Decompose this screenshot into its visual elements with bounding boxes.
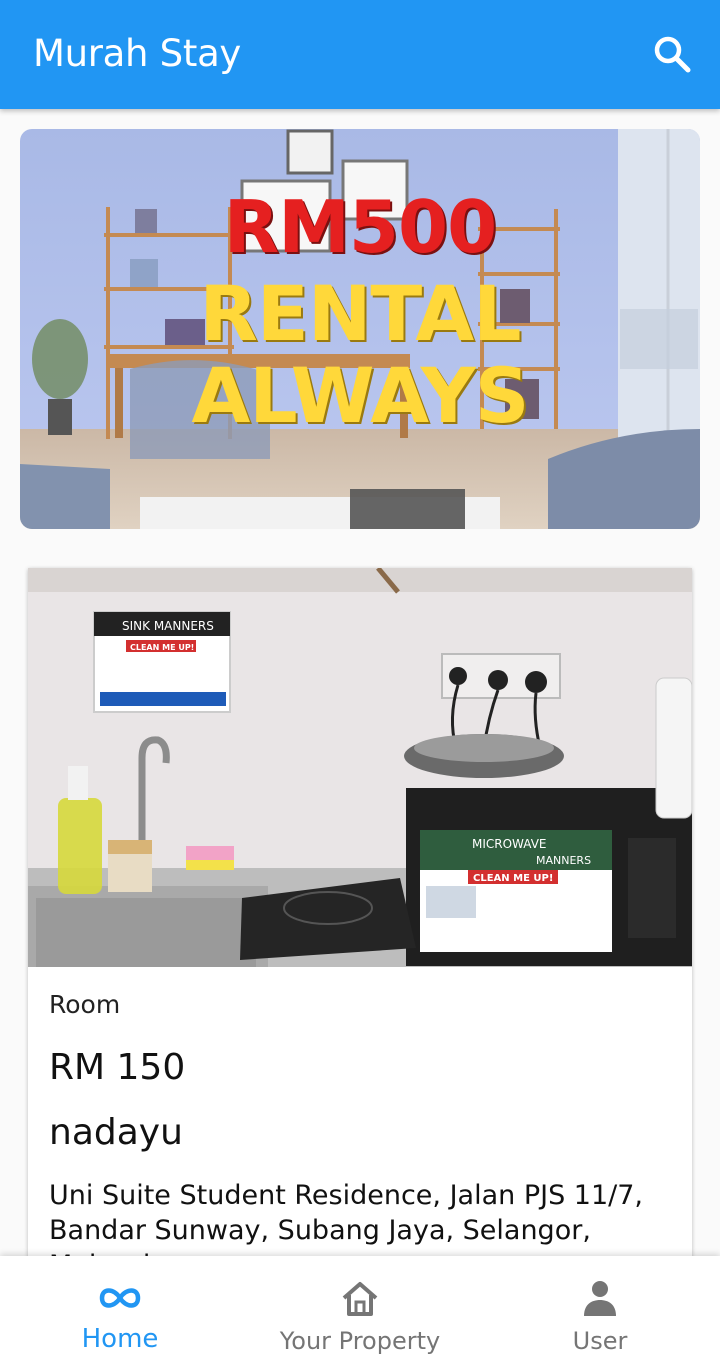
person-icon [584, 1281, 616, 1316]
listing-photo-image: SINK MANNERS CLEAN ME UP! MICROWAVE MANN… [28, 568, 692, 967]
sink-sign-sub: CLEAN ME UP! [130, 643, 194, 652]
listing-owner: nadayu [49, 1112, 183, 1153]
microwave-sign-title: MICROWAVE [472, 837, 547, 851]
home-icon [342, 1282, 378, 1316]
search-icon [654, 36, 691, 73]
app-bar: Murah Stay [0, 0, 720, 109]
bottom-navigation: Home Your Property User [0, 1256, 720, 1363]
app-title: Murah Stay [33, 32, 242, 75]
nav-your-property[interactable]: Your Property [240, 1256, 480, 1363]
nav-user[interactable]: User [480, 1256, 720, 1363]
sink-sign-title: SINK MANNERS [122, 619, 214, 633]
nav-home[interactable]: Home [0, 1256, 240, 1363]
search-button[interactable] [648, 30, 696, 78]
listing-type: Room [49, 990, 121, 1019]
banner-headline-always: ALWAYS [191, 351, 529, 440]
nav-your-property-label: Your Property [279, 1327, 441, 1355]
microwave-sign-title2: MANNERS [536, 854, 591, 867]
infinity-icon [99, 1288, 141, 1308]
microwave-sign-sub: CLEAN ME UP! [473, 873, 553, 884]
nav-home-label: Home [81, 1324, 159, 1354]
banner-headline-price: RM500 [223, 185, 497, 269]
listing-price: RM 150 [49, 1047, 186, 1088]
listing-photo[interactable]: SINK MANNERS CLEAN ME UP! MICROWAVE MANN… [28, 568, 692, 967]
nav-user-label: User [572, 1327, 628, 1355]
banner-headline-rental: RENTAL [199, 269, 521, 358]
promo-banner[interactable]: RM500 RENTAL ALWAYS [20, 129, 700, 529]
listing-card[interactable]: SINK MANNERS CLEAN ME UP! MICROWAVE MANN… [28, 568, 692, 1288]
